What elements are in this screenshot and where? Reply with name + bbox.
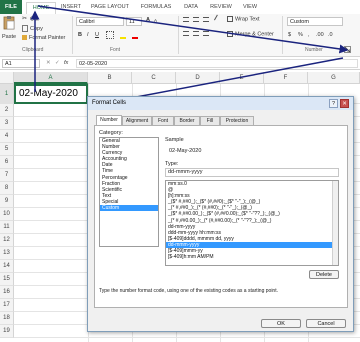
tab-border[interactable]: Border: [174, 116, 200, 125]
type-list-scrollbar[interactable]: [332, 181, 338, 265]
format-cells-dialog: Format Cells ? ✕ Number Alignment Font B…: [87, 96, 354, 332]
type-input[interactable]: dd-mmm-yyyy: [165, 168, 339, 177]
number-tab-panel: Category: General Number Currency Accoun…: [94, 125, 348, 308]
hint-text: Type the number format code, using one o…: [99, 288, 278, 294]
category-item-selected[interactable]: Custom: [100, 205, 158, 212]
tab-fill[interactable]: Fill: [200, 116, 220, 125]
sample-value: 02-May-2020: [169, 148, 202, 154]
tab-alignment[interactable]: Alignment: [122, 116, 152, 125]
type-item[interactable]: [$-409]h:mm AM/PM: [166, 254, 338, 260]
category-label: Category:: [99, 130, 123, 136]
type-list[interactable]: mm:ss.0 @ [h]:mm:ss _($* #,##0_);_($* (#…: [165, 180, 339, 266]
dialog-title: Format Cells: [88, 97, 353, 110]
delete-button[interactable]: Delete: [309, 270, 339, 279]
type-label: Type:: [165, 161, 179, 167]
category-list[interactable]: General Number Currency Accounting Date …: [99, 137, 159, 247]
tab-font[interactable]: Font: [152, 116, 174, 125]
cancel-button[interactable]: Cancel: [306, 319, 346, 328]
sample-label: Sample: [165, 137, 184, 143]
arrow-to-dialog-launcher: [37, 5, 349, 54]
close-button[interactable]: ✕: [340, 99, 349, 108]
tab-protection[interactable]: Protection: [220, 116, 254, 125]
help-button[interactable]: ?: [329, 99, 338, 108]
ok-button[interactable]: OK: [261, 319, 301, 328]
